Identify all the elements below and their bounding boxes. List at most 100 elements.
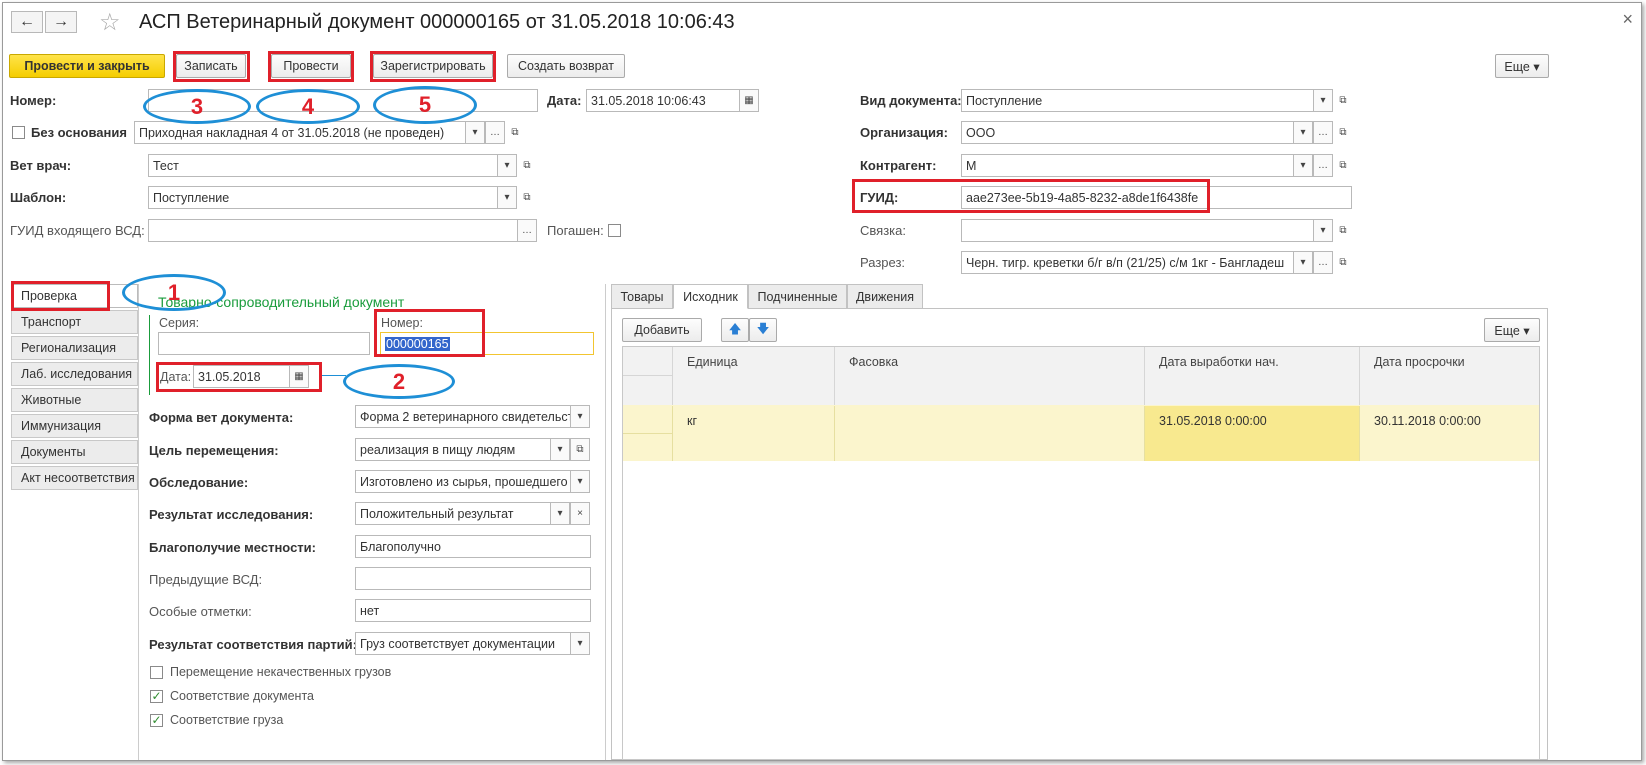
doctype-label: Вид документа:: [860, 93, 962, 108]
tab-source[interactable]: Исходник: [673, 284, 748, 309]
result-dropdown-icon[interactable]: ▾: [550, 502, 570, 525]
vet-dropdown-icon[interactable]: ▾: [497, 154, 517, 177]
sidetab-regionalization[interactable]: Регионализация: [11, 336, 138, 360]
sidetab-lab[interactable]: Лаб. исследования: [11, 362, 138, 386]
header-divider: [623, 375, 673, 376]
org-open-icon[interactable]: ⧉: [1333, 121, 1353, 144]
purpose-dropdown-icon[interactable]: ▾: [550, 438, 570, 461]
match-field[interactable]: Груз соответствует документации: [355, 632, 571, 655]
table-header-rownum: [623, 347, 673, 405]
section-dropdown-icon[interactable]: ▾: [1293, 251, 1313, 274]
basis-field[interactable]: Приходная накладная 4 от 31.05.2018 (не …: [134, 121, 466, 144]
template-field[interactable]: Поступление: [148, 186, 498, 209]
contractor-label: Контрагент:: [860, 158, 937, 173]
favorite-star-icon[interactable]: ☆: [99, 8, 121, 37]
close-icon[interactable]: ×: [1622, 9, 1633, 30]
col-header-packing[interactable]: Фасовка: [835, 347, 1145, 405]
col-header-expiry[interactable]: Дата просрочки: [1360, 347, 1539, 405]
basis-select-icon[interactable]: …: [485, 121, 505, 144]
section-field[interactable]: Черн. тигр. креветки б/г в/п (21/25) с/м…: [961, 251, 1294, 274]
post-and-close-button[interactable]: Провести и закрыть: [9, 54, 165, 78]
vet-field[interactable]: Тест: [148, 154, 498, 177]
series-field[interactable]: [158, 332, 370, 355]
cell-packing[interactable]: [835, 406, 1145, 461]
date-field[interactable]: 31.05.2018 10:06:43: [586, 89, 740, 112]
tab-subordinate[interactable]: Подчиненные: [748, 284, 847, 309]
group-line: [149, 315, 150, 395]
highlight-guid: [852, 179, 1210, 213]
contractor-field[interactable]: М: [961, 154, 1294, 177]
sidetab-nonconformity[interactable]: Акт несоответствия: [11, 466, 138, 490]
cell-unit[interactable]: кг: [673, 406, 835, 461]
exam-dropdown-icon[interactable]: ▾: [570, 470, 590, 493]
purpose-open-icon[interactable]: ⧉: [570, 438, 590, 461]
doctype-dropdown-icon[interactable]: ▾: [1313, 89, 1333, 112]
doc-match-checkbox[interactable]: ✓: [150, 690, 163, 703]
annotation-5: 5: [373, 86, 477, 124]
basis-open-icon[interactable]: ⧉: [505, 121, 525, 144]
result-clear-icon[interactable]: ×: [570, 502, 590, 525]
notes-field[interactable]: нет: [355, 599, 591, 622]
doctype-open-icon[interactable]: ⧉: [1333, 89, 1353, 112]
contractor-select-icon[interactable]: …: [1313, 154, 1333, 177]
calendar-icon[interactable]: ▦: [739, 89, 759, 112]
bad-cargo-checkbox[interactable]: [150, 666, 163, 679]
link-field[interactable]: [961, 219, 1314, 242]
create-return-button[interactable]: Создать возврат: [507, 54, 625, 78]
vet-label: Вет врач:: [10, 158, 72, 173]
back-button[interactable]: ←: [11, 11, 43, 33]
table-more-button[interactable]: Еще ▾: [1484, 318, 1540, 342]
paid-checkbox[interactable]: [608, 224, 621, 237]
more-button[interactable]: Еще ▾: [1495, 54, 1549, 78]
sidetab-documents[interactable]: Документы: [11, 440, 138, 464]
form-dropdown-icon[interactable]: ▾: [570, 405, 590, 428]
cell-expiry[interactable]: 30.11.2018 0:00:00: [1360, 406, 1539, 461]
form-field[interactable]: Форма 2 ветеринарного свидетельст: [355, 405, 571, 428]
date-label: Дата:: [547, 93, 582, 108]
welfare-field[interactable]: Благополучно: [355, 535, 591, 558]
notes-label: Особые отметки:: [149, 604, 252, 619]
doctype-field[interactable]: Поступление: [961, 89, 1314, 112]
link-dropdown-icon[interactable]: ▾: [1313, 219, 1333, 242]
section-select-icon[interactable]: …: [1313, 251, 1333, 274]
move-up-icon[interactable]: 🡅: [721, 318, 749, 342]
forward-button[interactable]: →: [45, 11, 77, 33]
org-label: Организация:: [860, 125, 948, 140]
highlight-register: [370, 51, 496, 82]
cell-prod-date[interactable]: 31.05.2018 0:00:00: [1145, 406, 1360, 461]
org-dropdown-icon[interactable]: ▾: [1293, 121, 1313, 144]
basis-dropdown-icon[interactable]: ▾: [465, 121, 485, 144]
col-header-prod-date[interactable]: Дата выработки нач.: [1145, 347, 1360, 405]
link-open-icon[interactable]: ⧉: [1333, 219, 1353, 242]
result-field[interactable]: Положительный результат: [355, 502, 551, 525]
doc-match-label: Соответствие документа: [170, 689, 314, 703]
add-button[interactable]: Добавить: [622, 318, 702, 342]
tab-movements[interactable]: Движения: [847, 284, 923, 309]
sidetab-transport[interactable]: Транспорт: [11, 310, 138, 334]
guid-in-select-icon[interactable]: …: [517, 219, 537, 242]
prev-field[interactable]: [355, 567, 591, 590]
sidetab-immunization[interactable]: Иммунизация: [11, 414, 138, 438]
org-select-icon[interactable]: …: [1313, 121, 1333, 144]
template-open-icon[interactable]: ⧉: [517, 186, 537, 209]
contractor-dropdown-icon[interactable]: ▾: [1293, 154, 1313, 177]
match-label: Результат соответствия партий:: [149, 637, 357, 652]
highlight-tsd-date: [156, 362, 322, 392]
tab-goods[interactable]: Товары: [611, 284, 673, 309]
sidetab-animals[interactable]: Животные: [11, 388, 138, 412]
exam-field[interactable]: Изготовлено из сырья, прошедшего: [355, 470, 571, 493]
move-down-icon[interactable]: 🡇: [749, 318, 777, 342]
annotation-3: 3: [143, 89, 251, 124]
template-dropdown-icon[interactable]: ▾: [497, 186, 517, 209]
contractor-open-icon[interactable]: ⧉: [1333, 154, 1353, 177]
cargo-match-checkbox[interactable]: ✓: [150, 714, 163, 727]
no-basis-checkbox[interactable]: [12, 126, 25, 139]
col-header-unit[interactable]: Единица: [673, 347, 835, 405]
match-dropdown-icon[interactable]: ▾: [570, 632, 590, 655]
vet-open-icon[interactable]: ⧉: [517, 154, 537, 177]
section-open-icon[interactable]: ⧉: [1333, 251, 1353, 274]
purpose-field[interactable]: реализация в пищу людям: [355, 438, 551, 461]
org-field[interactable]: ООО: [961, 121, 1294, 144]
guid-in-field[interactable]: [148, 219, 518, 242]
paid-label: Погашен:: [547, 223, 604, 238]
